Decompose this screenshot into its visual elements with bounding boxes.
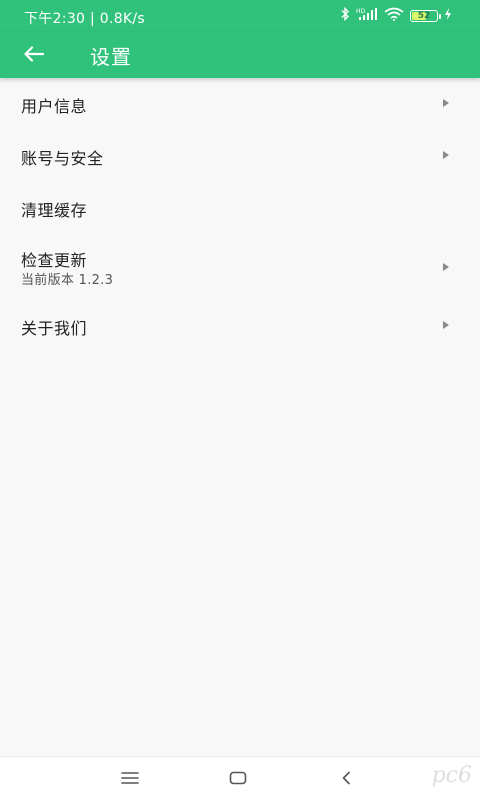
- status-icons: HD 52: [340, 6, 452, 25]
- settings-list: 用户信息 账号与安全 清理缓存 检查更新 当前版本 1.2.3 关于我们: [0, 78, 480, 352]
- home-button[interactable]: [226, 769, 250, 789]
- back-icon: [341, 770, 351, 789]
- settings-item-about-us[interactable]: 关于我们: [0, 300, 480, 352]
- battery-level: 52: [417, 10, 431, 21]
- home-icon: [229, 770, 247, 789]
- back-button[interactable]: [18, 40, 50, 72]
- svg-text:HD: HD: [356, 8, 366, 15]
- app-bar: 设置: [0, 32, 480, 78]
- recent-apps-button[interactable]: [118, 769, 142, 789]
- settings-screen: 下午2:30 | 0.8K/s HD 52 设置 用户信息 账号与安全 清理缓存…: [0, 0, 480, 800]
- charging-icon: [444, 8, 452, 24]
- system-back-button[interactable]: [334, 769, 358, 789]
- menu-icon: [121, 770, 139, 789]
- settings-item-account-security[interactable]: 账号与安全: [0, 130, 480, 182]
- chevron-right-icon: [443, 321, 449, 329]
- battery-icon: 52: [410, 10, 441, 22]
- chevron-right-icon: [443, 151, 449, 159]
- settings-item-label: 关于我们: [21, 319, 88, 338]
- current-version-label: 当前版本 1.2.3: [21, 273, 114, 288]
- system-nav-bar: pc6: [0, 756, 480, 800]
- settings-item-label: 用户信息: [21, 97, 88, 116]
- settings-item-label: 检查更新: [21, 251, 88, 270]
- wifi-icon: [384, 7, 404, 25]
- status-bar: 下午2:30 | 0.8K/s HD 52: [0, 0, 480, 32]
- settings-item-check-update[interactable]: 检查更新 当前版本 1.2.3: [0, 234, 480, 300]
- settings-item-label: 清理缓存: [21, 201, 88, 220]
- settings-item-user-info[interactable]: 用户信息: [0, 78, 480, 130]
- bluetooth-icon: [340, 6, 350, 25]
- settings-item-clear-cache[interactable]: 清理缓存: [0, 182, 480, 234]
- page-title: 设置: [90, 45, 132, 69]
- chevron-right-icon: [443, 99, 449, 107]
- watermark-logo: pc6: [431, 763, 472, 788]
- chevron-right-icon: [443, 263, 449, 271]
- status-time-speed: 下午2:30 | 0.8K/s: [24, 11, 146, 27]
- arrow-left-icon: [24, 46, 45, 66]
- settings-item-label: 账号与安全: [21, 149, 104, 168]
- hd-signal-icon: HD: [356, 7, 378, 25]
